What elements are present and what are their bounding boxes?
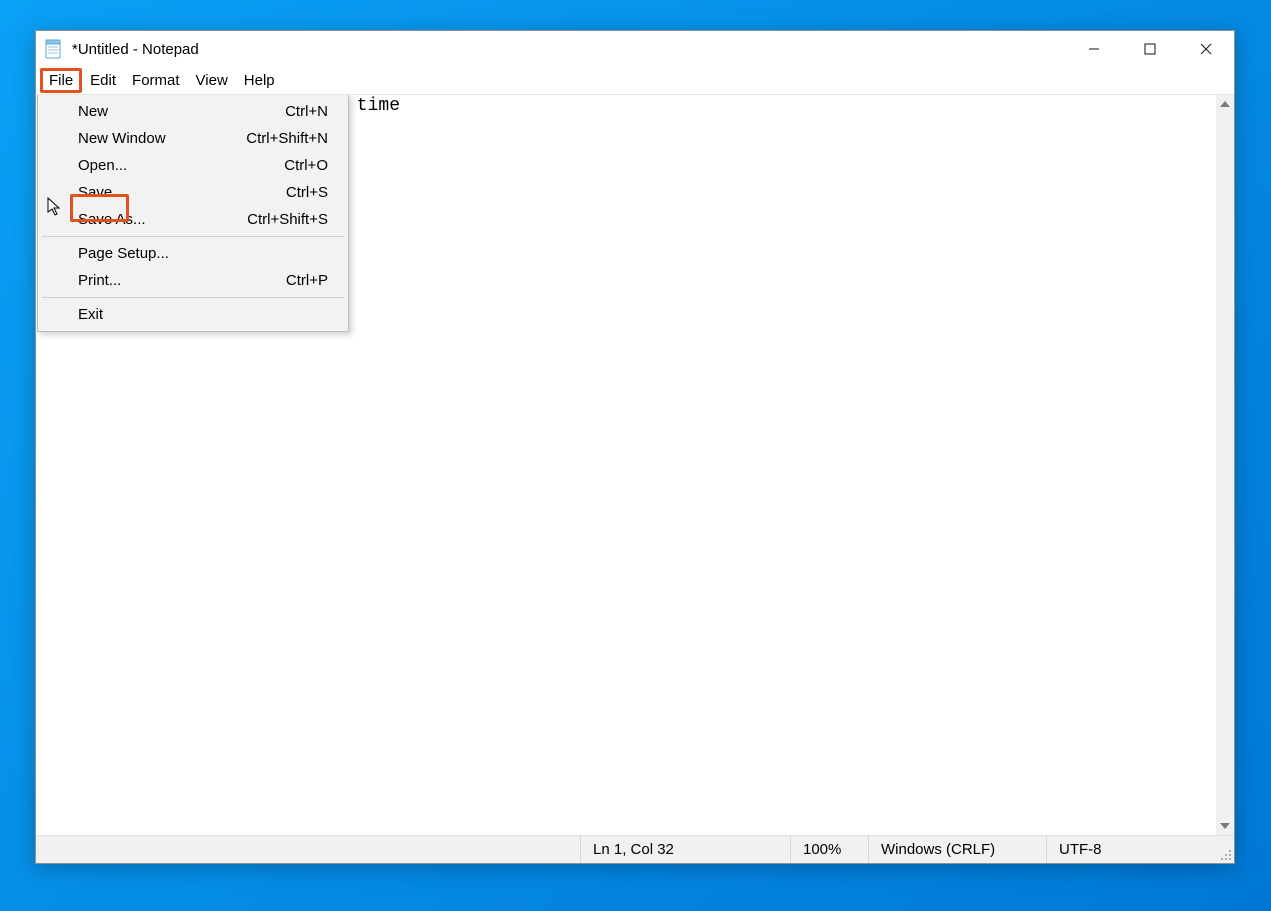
scroll-down-icon[interactable] (1216, 817, 1234, 835)
notepad-app-icon (44, 39, 64, 59)
menu-help[interactable]: Help (236, 69, 283, 92)
menuitem-shortcut: Ctrl+S (286, 184, 328, 201)
status-bar: Ln 1, Col 32 100% Windows (CRLF) UTF-8 (36, 835, 1234, 863)
menuitem-save[interactable]: Save Ctrl+S (40, 179, 346, 206)
scroll-up-icon[interactable] (1216, 95, 1234, 113)
menuitem-label: Page Setup... (78, 245, 328, 262)
menuitem-label: Open... (78, 157, 284, 174)
window-controls (1066, 31, 1234, 67)
resize-grip-icon[interactable] (1216, 836, 1234, 863)
menuitem-exit[interactable]: Exit (40, 301, 346, 328)
menu-edit[interactable]: Edit (82, 69, 124, 92)
menuitem-label: New (78, 103, 285, 120)
minimize-button[interactable] (1066, 31, 1122, 67)
status-cursor-position: Ln 1, Col 32 (580, 836, 790, 863)
menuitem-shortcut: Ctrl+Shift+N (246, 130, 328, 147)
menuitem-print[interactable]: Print... Ctrl+P (40, 267, 346, 294)
maximize-button[interactable] (1122, 31, 1178, 67)
file-dropdown-menu: New Ctrl+N New Window Ctrl+Shift+N Open.… (37, 95, 349, 332)
menu-file[interactable]: File (40, 68, 82, 93)
close-button[interactable] (1178, 31, 1234, 67)
menuitem-new-window[interactable]: New Window Ctrl+Shift+N (40, 125, 346, 152)
menuitem-save-as[interactable]: Save As... Ctrl+Shift+S (40, 206, 346, 233)
menuitem-page-setup[interactable]: Page Setup... (40, 240, 346, 267)
menuitem-new[interactable]: New Ctrl+N (40, 98, 346, 125)
menuitem-open[interactable]: Open... Ctrl+O (40, 152, 346, 179)
status-line-ending: Windows (CRLF) (868, 836, 1046, 863)
menu-separator (42, 297, 344, 298)
menu-format[interactable]: Format (124, 69, 188, 92)
menuitem-shortcut: Ctrl+N (285, 103, 328, 120)
menuitem-shortcut: Ctrl+O (284, 157, 328, 174)
menuitem-shortcut: Ctrl+Shift+S (247, 211, 328, 228)
statusbar-spacer (36, 836, 580, 863)
menuitem-label: Save As... (78, 211, 247, 228)
titlebar[interactable]: *Untitled - Notepad (36, 31, 1234, 67)
menuitem-label: Print... (78, 272, 286, 289)
menu-separator (42, 236, 344, 237)
editor-visible-text: time (346, 96, 400, 116)
menu-view[interactable]: View (188, 69, 236, 92)
window-title: *Untitled - Notepad (72, 41, 199, 58)
menuitem-label: New Window (78, 130, 246, 147)
menuitem-shortcut: Ctrl+P (286, 272, 328, 289)
menu-bar: File Edit Format View Help (36, 67, 1234, 95)
notepad-window: *Untitled - Notepad File Edit Format Vie… (35, 30, 1235, 864)
menuitem-label: Save (78, 184, 286, 201)
menuitem-label: Exit (78, 306, 328, 323)
vertical-scrollbar[interactable] (1216, 95, 1234, 835)
editor-area: time New Ctrl+N New Window Ctrl+Shift+N … (36, 95, 1234, 835)
status-encoding: UTF-8 (1046, 836, 1216, 863)
status-zoom: 100% (790, 836, 868, 863)
